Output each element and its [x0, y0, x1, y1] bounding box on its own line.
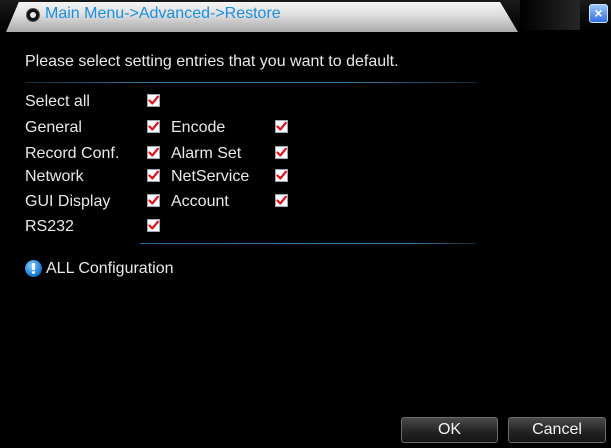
entry-checkbox-alarm-set[interactable]	[275, 146, 288, 159]
check-mark-icon	[276, 195, 287, 205]
select-all-label: Select all	[25, 93, 90, 110]
entry-checkbox-rs232[interactable]	[147, 219, 160, 232]
restore-dialog: Main Menu->Advanced->Restore × Please se…	[0, 0, 611, 448]
info-icon	[25, 260, 42, 277]
entry-label-encode: Encode	[171, 119, 226, 136]
select-all-checkbox[interactable]	[147, 94, 160, 107]
entry-checkbox-general[interactable]	[147, 120, 160, 133]
top-separator	[25, 82, 477, 83]
entry-label-netservice: NetService	[171, 168, 250, 185]
entry-checkbox-network[interactable]	[147, 169, 160, 182]
entry-checkbox-record-conf[interactable]	[147, 146, 160, 159]
check-mark-icon	[276, 170, 287, 180]
entry-label-account: Account	[171, 193, 229, 210]
check-mark-icon	[276, 121, 287, 131]
check-mark-icon	[148, 220, 159, 230]
check-mark-icon	[148, 170, 159, 180]
title-bar-gradient	[520, 0, 580, 30]
entry-label-gui-display: GUI Display	[25, 193, 111, 210]
entry-checkbox-netservice[interactable]	[275, 169, 288, 182]
check-mark-icon	[148, 95, 159, 105]
entry-checkbox-gui-display[interactable]	[147, 194, 160, 207]
entry-label-alarm-set: Alarm Set	[171, 145, 242, 162]
menu-icon	[26, 8, 40, 22]
entry-label-record-conf: Record Conf.	[25, 145, 120, 162]
cancel-button[interactable]: Cancel	[508, 417, 606, 443]
check-mark-icon	[276, 147, 287, 157]
entry-label-general: General	[25, 119, 82, 136]
instruction-text: Please select setting entries that you w…	[25, 53, 399, 70]
entry-checkbox-account[interactable]	[275, 194, 288, 207]
ok-button[interactable]: OK	[401, 417, 498, 443]
title-bar: Main Menu->Advanced->Restore ×	[0, 0, 611, 32]
check-mark-icon	[148, 147, 159, 157]
entry-label-rs232: RS232	[25, 218, 74, 235]
check-mark-icon	[148, 195, 159, 205]
close-button[interactable]: ×	[589, 4, 608, 23]
window-title: Main Menu->Advanced->Restore	[45, 5, 281, 22]
info-text: ALL Configuration	[46, 260, 174, 277]
entry-label-network: Network	[25, 168, 84, 185]
check-mark-icon	[148, 121, 159, 131]
entry-checkbox-encode[interactable]	[275, 120, 288, 133]
bottom-separator	[140, 243, 476, 244]
